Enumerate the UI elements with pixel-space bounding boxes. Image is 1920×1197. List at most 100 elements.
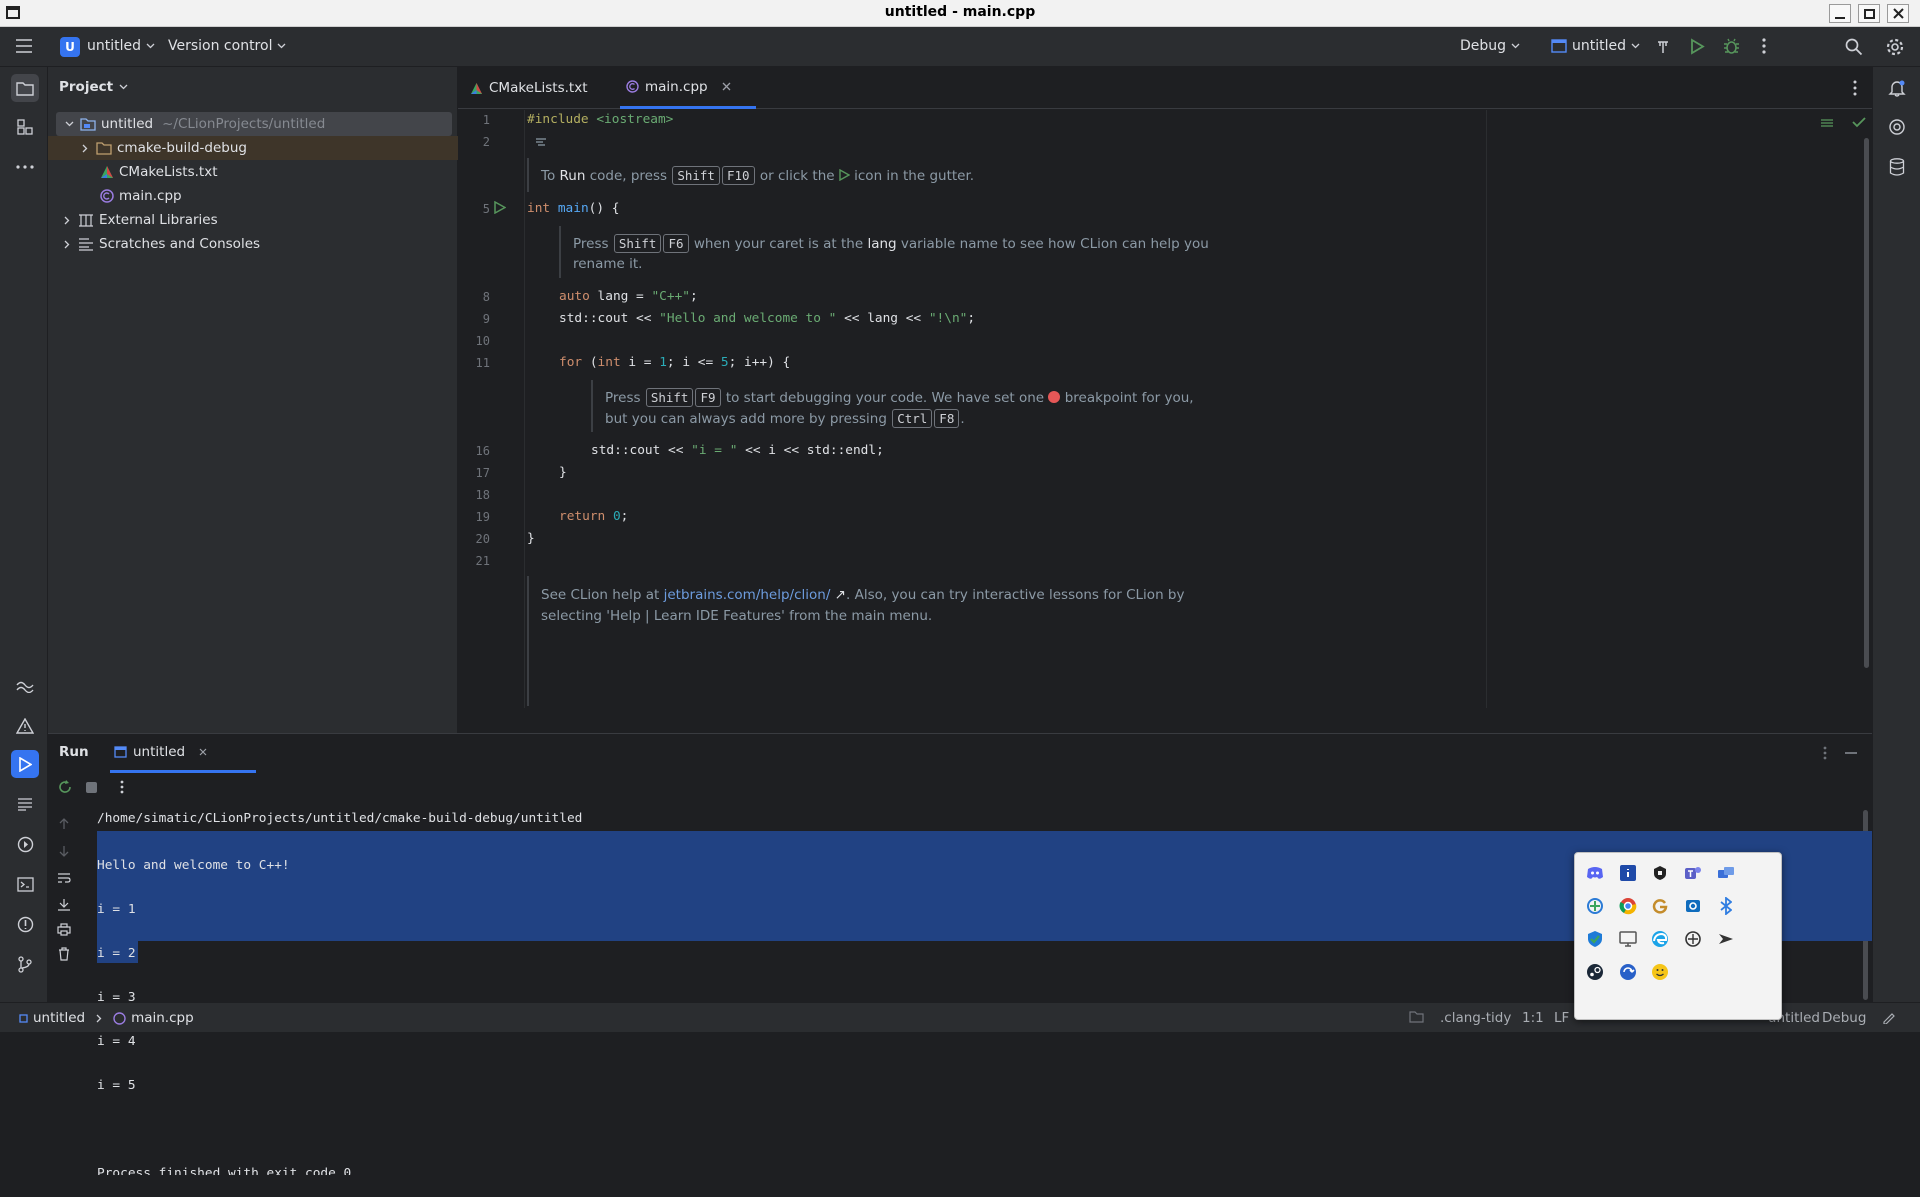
ai-assistant-button[interactable]: [1883, 113, 1911, 141]
line-separator[interactable]: LF: [1554, 1010, 1569, 1026]
status-config[interactable]: Debug: [1822, 1010, 1866, 1026]
breadcrumb-file[interactable]: main.cpp: [131, 1010, 194, 1026]
key-badge: F10: [721, 166, 755, 185]
services-tool-button[interactable]: [11, 830, 39, 858]
teams-tray-icon[interactable]: [1681, 861, 1705, 885]
terminal-tool-button[interactable]: [11, 870, 39, 898]
minimize-button[interactable]: [1829, 4, 1851, 23]
more-actions-icon[interactable]: [1762, 38, 1766, 54]
scroll-up-icon[interactable]: [58, 818, 70, 830]
problems-tool-button[interactable]: [11, 712, 39, 740]
settings-gear-icon[interactable]: [1885, 37, 1905, 57]
build-hammer-icon[interactable]: [1655, 39, 1671, 55]
run-button[interactable]: [1689, 38, 1705, 55]
code-token: std::cout <<: [591, 443, 692, 458]
key-badge: F6: [663, 234, 689, 253]
chrome-tray-icon[interactable]: [1616, 894, 1640, 918]
run-more-icon[interactable]: [120, 780, 124, 794]
arrow-tray-icon[interactable]: [1714, 927, 1738, 951]
tree-item-main-cpp[interactable]: main.cpp: [48, 184, 458, 208]
security-tray-icon[interactable]: [1648, 861, 1672, 885]
sync-tray-icon[interactable]: [1583, 894, 1607, 918]
code-token: ;: [620, 509, 629, 524]
clear-console-icon[interactable]: [58, 947, 70, 961]
edge-tray-icon[interactable]: [1648, 927, 1672, 951]
line-number: 9: [482, 312, 490, 326]
build-config-selector[interactable]: Debug: [1460, 38, 1520, 54]
tree-item-cmake-build-debug[interactable]: cmake-build-debug: [48, 136, 458, 160]
tree-item-external-libraries[interactable]: External Libraries: [48, 208, 458, 232]
editor-tab-menu-icon[interactable]: [1853, 80, 1857, 96]
debug-button[interactable]: [1723, 38, 1740, 55]
tab-cmakelists[interactable]: CMakeLists.txt: [470, 67, 588, 109]
defender-tray-icon[interactable]: [1583, 927, 1607, 951]
stop-icon[interactable]: [86, 782, 97, 793]
chevron-right-icon: [96, 1014, 102, 1022]
no-problems-check-icon[interactable]: [1852, 116, 1866, 128]
gutter-run-icon[interactable]: [494, 201, 506, 214]
console-line: /home/simatic/CLionProjects/untitled/cma…: [97, 811, 583, 826]
messages-tool-button[interactable]: [11, 790, 39, 818]
close-tab-icon[interactable]: [722, 82, 731, 91]
project-switcher[interactable]: untitled: [87, 38, 155, 54]
code-token: "C++": [651, 289, 690, 304]
problems-info-button[interactable]: [11, 910, 39, 938]
search-icon[interactable]: [1845, 38, 1863, 56]
console-line: i = 5: [97, 1078, 136, 1093]
scroll-down-icon[interactable]: [58, 845, 70, 857]
update-tray-icon[interactable]: [1616, 960, 1640, 984]
info-tray-icon[interactable]: [1616, 861, 1640, 885]
more-tools-button[interactable]: [11, 153, 39, 181]
bluetooth-tray-icon[interactable]: [1714, 894, 1738, 918]
discord-tray-icon[interactable]: [1583, 861, 1607, 885]
cmake-tool-button[interactable]: [11, 672, 39, 700]
database-button[interactable]: [1883, 153, 1911, 181]
hint-bar: [527, 576, 529, 706]
steam-tray-icon[interactable]: [1583, 960, 1607, 984]
project-badge: U: [60, 37, 80, 57]
help-link[interactable]: jetbrains.com/help/clion/: [664, 587, 831, 603]
scroll-to-end-icon[interactable]: [57, 898, 71, 911]
run-target-selector[interactable]: untitled: [1551, 38, 1640, 54]
structure-tool-button[interactable]: [11, 113, 39, 141]
rerun-icon[interactable]: [58, 780, 72, 794]
steam-helper-tray-icon[interactable]: [1681, 927, 1705, 951]
close-tab-icon[interactable]: [199, 748, 207, 756]
console-line: Hello and welcome to C++!: [97, 858, 290, 873]
version-control-menu[interactable]: Version control: [168, 38, 286, 54]
lock-edit-icon[interactable]: [1882, 1011, 1895, 1024]
main-menu-icon[interactable]: [15, 38, 33, 54]
notifications-button[interactable]: [1883, 74, 1911, 102]
run-panel-options-icon[interactable]: [1823, 746, 1827, 760]
git-branch-icon: [18, 955, 32, 973]
run-tool-button[interactable]: [11, 750, 39, 778]
caret-position[interactable]: 1:1: [1522, 1010, 1544, 1026]
clang-tidy-status[interactable]: .clang-tidy: [1440, 1010, 1511, 1026]
git-tool-button[interactable]: [11, 950, 39, 978]
g-tray-icon[interactable]: [1648, 894, 1672, 918]
smiley-tray-icon[interactable]: [1648, 960, 1672, 984]
project-panel-header[interactable]: Project: [59, 79, 128, 95]
print-icon[interactable]: [57, 923, 71, 936]
inspection-widget[interactable]: [1820, 116, 1834, 130]
code-token: std::cout <<: [559, 311, 660, 326]
soft-wrap-icon[interactable]: [57, 872, 71, 884]
tree-item-project-root[interactable]: untitled ~/CLionProjects/untitled: [56, 112, 452, 136]
editor-scrollbar[interactable]: [1864, 138, 1869, 668]
folder-icon[interactable]: [1409, 1011, 1424, 1023]
close-window-button[interactable]: [1887, 4, 1909, 23]
maximize-button[interactable]: [1858, 4, 1880, 23]
tree-item-cmakelists[interactable]: CMakeLists.txt: [48, 160, 458, 184]
outlook-tray-icon[interactable]: [1681, 894, 1705, 918]
rename-hint-line1: Press Shift F6 when your caret is at the …: [573, 234, 1209, 253]
tree-item-scratches[interactable]: Scratches and Consoles: [48, 232, 458, 256]
tab-main-cpp[interactable]: main.cpp: [620, 67, 756, 109]
run-tab-untitled[interactable]: untitled: [110, 734, 256, 773]
network-tray-icon[interactable]: [1714, 861, 1738, 885]
breadcrumb-project[interactable]: untitled: [33, 1010, 85, 1026]
minimize-panel-icon[interactable]: [1845, 752, 1857, 754]
bell-icon: [1888, 80, 1906, 97]
display-tray-icon[interactable]: [1616, 927, 1640, 951]
project-tool-button[interactable]: [11, 74, 39, 102]
